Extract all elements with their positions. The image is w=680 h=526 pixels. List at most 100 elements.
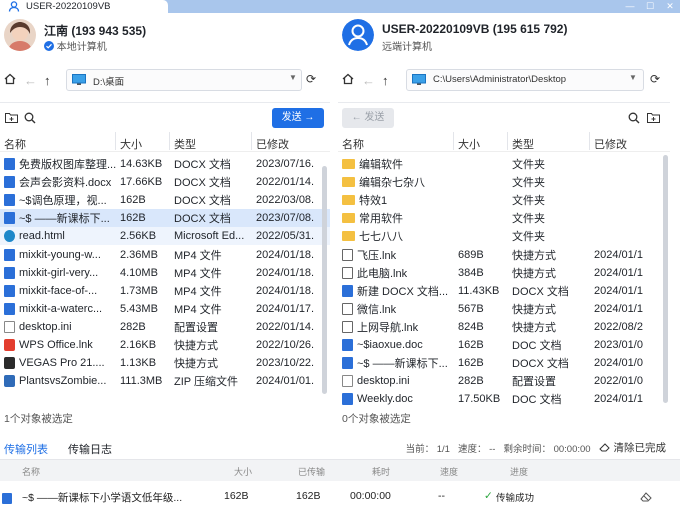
file-size: 11.43KB [458,284,500,297]
title-bar: USER-20220109VB — ☐ ✕ [0,0,680,13]
table-row[interactable]: 特效1 文件夹 [338,191,670,209]
local-scrollbar[interactable] [322,166,327,394]
table-row[interactable]: WPS Office.lnk 2.16KB 快捷方式 2022/10/26. [0,336,330,354]
transfer-name: ~$ ——新课标下小学语文低年级... [22,492,183,504]
table-row[interactable]: mixkit-girl-very... 4.10MB MP4 文件 2024/01/1… [0,264,330,282]
send-button[interactable]: 发送 → [272,108,324,128]
file-name-cell: 免费版权图库整理... [0,156,116,172]
file-mod: 2022/10/26. [256,338,315,351]
file-name-cell: desktop.ini [338,375,454,388]
transfer-row[interactable]: ~$ ——新课标下小学语文低年级... 162B 162B 00:00:00 -… [0,488,680,506]
table-row[interactable]: 新建 DOCX 文档... 11.43KB DOCX 文档 2024/01/1 [338,282,670,300]
table-row[interactable]: desktop.ini 282B 配置设置 2022/01/0 [338,372,670,390]
file-type: MP4 文件 [174,285,222,298]
table-row[interactable]: 编辑软件 文件夹 [338,155,670,173]
chevron-down-icon[interactable]: ▼ [629,73,637,82]
col-modified[interactable]: 已修改 [590,132,664,151]
eraser-icon[interactable] [640,491,653,502]
clear-completed-button[interactable]: 清除已完成 [598,440,666,455]
col-size[interactable]: 大小 [116,132,170,151]
send-button[interactable]: ← 发送 [342,108,394,128]
table-row[interactable]: ~$ ——新课标下... 162B DOCX 文档 2024/01/0 [338,354,670,372]
table-row[interactable]: Weekly.doc 17.50KB DOC 文档 2024/01/1 [338,390,670,408]
back-arrow-icon[interactable]: ← [24,73,37,88]
file-name: mixkit-a-waterc... [19,302,103,315]
table-row[interactable]: read.html 2.56KB Microsoft Ed... 2022/05/31… [0,227,330,246]
file-type: 文件夹 [512,213,545,226]
table-row[interactable]: 免费版权图库整理... 14.63KB DOCX 文档 2023/07/16. [0,155,330,173]
table-row[interactable]: PlantsvsZombie... 111.3MB ZIP 压缩文件 2024/01/… [0,372,330,390]
up-arrow-icon[interactable]: ↑ [44,73,51,88]
table-row[interactable]: mixkit-young-w... 2.36MB MP4 文件 2024/01/18. [0,245,330,263]
file-size: 162B [120,194,146,207]
file-size: 17.66KB [120,176,163,189]
home-icon[interactable] [342,73,354,85]
file-mod: 2022/01/14. [256,176,315,189]
remote-scrollbar[interactable] [663,155,668,403]
col-size[interactable]: 大小 [454,132,508,151]
chevron-down-icon[interactable]: ▼ [289,73,297,82]
doc-icon [4,194,15,207]
new-folder-icon[interactable] [5,112,18,123]
table-row[interactable]: 七七八八 文件夹 [338,227,670,245]
close-button[interactable]: ✕ [660,0,680,13]
table-row[interactable]: mixkit-a-waterc... 5.43MB MP4 文件 2024/01/17… [0,300,330,318]
file-name-cell: mixkit-young-w... [0,248,116,261]
doc-icon [4,266,15,279]
table-row[interactable]: 飞压.lnk 689B 快捷方式 2024/01/1 [338,245,670,263]
table-row[interactable]: 上网导航.lnk 824B 快捷方式 2022/08/2 [338,318,670,336]
file-type: DOCX 文档 [174,195,231,208]
file-name-cell: mixkit-face-of-... [0,284,116,297]
file-name-cell: read.html [0,230,116,243]
refresh-icon[interactable]: ⟳ [306,72,316,86]
remote-path-field[interactable]: C:\Users\Administrator\Desktop ▼ [406,69,644,91]
file-mod: 2022/01/0 [594,375,643,388]
local-path-field[interactable]: D:\桌面 ▼ [66,69,302,91]
table-row[interactable]: ~$iaoxue.doc 162B DOC 文档 2023/01/0 [338,336,670,354]
table-row[interactable]: 此电脑.lnk 384B 快捷方式 2024/01/1 [338,264,670,282]
file-mod: 2024/01/18. [256,284,315,297]
table-row[interactable]: ~$ ——新课标下... 162B DOCX 文档 2023/07/08. [0,209,330,228]
back-arrow-icon[interactable]: ← [362,73,375,88]
file-size: 567B [458,302,484,315]
doc-icon [4,284,15,297]
session-tab[interactable]: USER-20220109VB [0,0,168,13]
doc-icon [342,284,353,297]
file-mod: 2024/01/1 [594,248,643,261]
file-name-cell: Weekly.doc [338,393,454,406]
table-row[interactable]: 编辑杂七杂八 文件夹 [338,173,670,191]
search-icon[interactable] [24,112,36,124]
file-type: 配置设置 [174,321,218,334]
col-modified[interactable]: 已修改 [252,132,324,151]
search-icon[interactable] [628,112,640,124]
col-name[interactable]: 名称 [0,132,116,151]
table-row[interactable]: ~$调色原理，视... 162B DOCX 文档 2022/03/08. [0,191,330,209]
table-row[interactable]: 会声会影资料.docx 17.66KB DOCX 文档 2022/01/14. [0,173,330,191]
home-icon[interactable] [4,73,16,85]
file-mod: 2024/01/18. [256,266,315,279]
table-row[interactable]: 微信.lnk 567B 快捷方式 2024/01/1 [338,300,670,318]
file-name: 此电脑.lnk [357,267,408,280]
folder-icon [342,177,355,188]
minimize-button[interactable]: — [620,0,640,13]
col-type[interactable]: 类型 [170,132,252,151]
file-size: 5.43MB [120,302,158,315]
table-row[interactable]: VEGAS Pro 21.... 1.13KB 快捷方式 2023/10/22. [0,354,330,372]
table-row[interactable]: mixkit-face-of-... 1.73MB MP4 文件 2024/01/18… [0,282,330,300]
maximize-button[interactable]: ☐ [640,0,660,13]
refresh-icon[interactable]: ⟳ [650,72,660,86]
local-status: 1个对象被选定 [4,413,73,425]
file-name-cell: 编辑软件 [338,156,454,172]
check-circle-icon [44,41,54,51]
up-arrow-icon[interactable]: ↑ [382,73,389,88]
file-mod: 2024/01/1 [594,302,643,315]
local-file-list: 免费版权图库整理... 14.63KB DOCX 文档 2023/07/16. 会声会影… [0,155,330,390]
new-folder-icon[interactable] [647,112,660,123]
session-tab-title: USER-20220109VB [26,1,111,12]
table-row[interactable]: 常用软件 文件夹 [338,209,670,227]
table-row[interactable]: desktop.ini 282B 配置设置 2022/01/14. [0,318,330,336]
file-size: 14.63KB [120,158,163,171]
col-type[interactable]: 类型 [508,132,590,151]
col-name[interactable]: 名称 [338,132,454,151]
local-user-sub: 本地计算机 [44,38,107,53]
